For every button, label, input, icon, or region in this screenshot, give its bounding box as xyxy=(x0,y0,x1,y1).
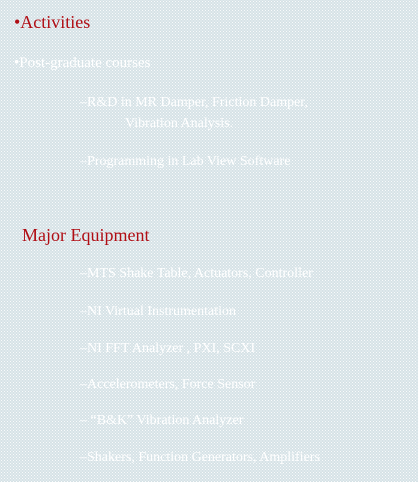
activity-item-rnd-continued: Vibration Analysis. xyxy=(125,116,234,131)
equipment-item-ni-virtual: –NI Virtual Instrumentation xyxy=(80,304,236,319)
activities-heading: •Activities xyxy=(14,12,91,32)
equipment-item-bk-analyzer: – “B&K” Vibration Analyzer xyxy=(80,413,244,428)
equipment-item-shakers: –Shakers, Function Generators, Amplifier… xyxy=(80,450,320,465)
activity-item-rnd: –R&D in MR Damper, Friction Damper, xyxy=(80,95,308,110)
equipment-item-ni-fft: –NI FFT Analyzer , PXI, SCXI xyxy=(80,341,256,356)
equipment-item-mts: –MTS Shake Table, Actuators, Controller xyxy=(80,266,313,281)
equipment-item-accelerometers: –Accelerometers, Force Sensor xyxy=(80,377,256,392)
slide: •Activities •Post-graduate courses –R&D … xyxy=(0,0,418,482)
major-equipment-heading: Major Equipment xyxy=(22,225,150,245)
post-graduate-courses-heading: •Post-graduate courses xyxy=(14,55,151,71)
activity-item-labview: –Programming in Lab View Software xyxy=(80,154,291,169)
